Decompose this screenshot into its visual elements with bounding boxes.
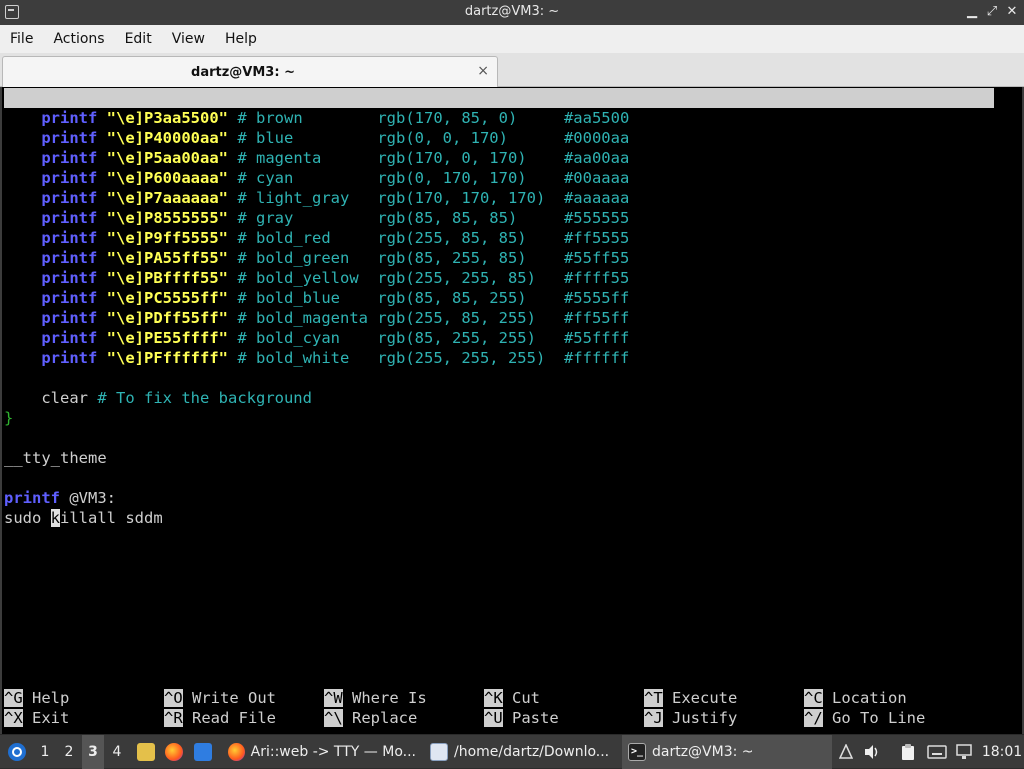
maximize-icon[interactable]: ⤢	[986, 3, 998, 21]
tray-network-button[interactable]	[954, 735, 974, 769]
task-firefox[interactable]: Ari::web -> TTY — Mo...	[222, 735, 422, 769]
tab-bar: dartz@VM3: ~ ×	[0, 53, 1024, 87]
volume-icon	[865, 745, 878, 759]
code-line-tty-theme: __tty_theme	[4, 449, 107, 467]
firefox-launcher[interactable]	[162, 735, 186, 769]
code-line-printf: printf "\e]P5aa00aa" # magenta rgb(170, …	[41, 149, 630, 167]
code-line-printf: printf "\e]PE55ffff" # bold_cyan rgb(85,…	[41, 329, 630, 347]
show-desktop-button[interactable]	[190, 735, 216, 769]
firefox-icon	[165, 743, 183, 761]
task-terminal[interactable]: >_ dartz@VM3: ~	[622, 735, 832, 769]
shortcut-cut[interactable]: ^K Cut	[484, 688, 540, 708]
task-label: dartz@VM3: ~	[652, 744, 754, 760]
keyboard-icon	[927, 745, 947, 759]
menu-edit[interactable]: Edit	[115, 31, 162, 47]
menu-actions[interactable]: Actions	[43, 31, 114, 47]
network-icon	[956, 744, 972, 759]
minimize-icon[interactable]: ▁	[966, 3, 978, 21]
menu-view[interactable]: View	[162, 31, 215, 47]
lubuntu-logo-icon	[8, 743, 26, 761]
shortcut-location[interactable]: ^C Location	[804, 688, 907, 708]
workspace-3[interactable]: 3	[82, 735, 104, 769]
window-titlebar: dartz@VM3: ~ ▁ ⤢ ✕	[0, 0, 1024, 25]
task-label: Ari::web -> TTY — Mo...	[250, 744, 416, 760]
code-line-clear: clear # To fix the background	[41, 389, 312, 407]
code-line-printf: printf "\e]P7aaaaaa" # light_gray rgb(17…	[41, 189, 630, 207]
firefox-icon	[228, 743, 245, 761]
update-icon	[839, 744, 853, 759]
code-line-printf: printf "\e]PFffffff" # bold_white rgb(25…	[41, 349, 630, 367]
workspace-4[interactable]: 4	[106, 735, 128, 769]
taskbar: 1 2 3 4 Ari::web -> TTY — Mo... /home/da…	[0, 734, 1024, 769]
nano-header: GNU nano 6.2 .bashrc *	[4, 88, 994, 147]
task-text-editor[interactable]: /home/dartz/Downlo...	[424, 735, 620, 769]
tray-clipboard-button[interactable]	[898, 735, 918, 769]
menu-file[interactable]: File	[0, 31, 43, 47]
tray-update-icon[interactable]	[836, 735, 856, 769]
shortcut-exit[interactable]: ^X Exit	[4, 708, 69, 728]
shortcut-replace[interactable]: ^\ Replace	[324, 708, 417, 728]
code-line-printf: printf "\e]PA55ff55" # bold_green rgb(85…	[41, 249, 630, 267]
shortcut-justify[interactable]: ^J Justify	[644, 708, 737, 728]
code-line-brace: }	[4, 409, 14, 427]
start-menu-button[interactable]	[4, 735, 30, 769]
menu-bar: File Actions Edit View Help	[0, 25, 1024, 53]
text-cursor: k	[50, 509, 61, 527]
tab-label: dartz@VM3: ~	[191, 65, 295, 80]
code-line-printf: printf "\e]P9ff5555" # bold_red rgb(255,…	[41, 229, 630, 247]
workspace-2[interactable]: 2	[58, 735, 80, 769]
code-line-sudo: sudo killall sddm	[4, 509, 163, 527]
code-line-printf: printf "\e]P40000aa" # blue rgb(0, 0, 17…	[41, 129, 630, 147]
code-line-printf-vm3: printf @VM3:	[4, 489, 116, 507]
window-title: dartz@VM3: ~	[464, 4, 560, 19]
desktop-icon	[194, 743, 212, 761]
shortcut-help[interactable]: ^G Help	[4, 688, 69, 708]
folder-icon	[137, 743, 155, 761]
task-label: /home/dartz/Downlo...	[454, 744, 610, 760]
tray-keyboard-button[interactable]	[926, 735, 948, 769]
code-line-printf: printf "\e]PC5555ff" # bold_blue rgb(85,…	[41, 289, 630, 307]
shortcut-execute[interactable]: ^T Execute	[644, 688, 737, 708]
code-line-printf: printf "\e]P600aaaa" # cyan rgb(0, 170, …	[41, 169, 630, 187]
code-line-printf: printf "\e]P3aa5500" # brown rgb(170, 85…	[41, 109, 630, 127]
tray-volume-button[interactable]	[862, 735, 882, 769]
shortcut-read-file[interactable]: ^R Read File	[164, 708, 276, 728]
workspace-1[interactable]: 1	[34, 735, 56, 769]
clipboard-icon	[902, 744, 914, 760]
code-line-printf: printf "\e]P8555555" # gray rgb(85, 85, …	[41, 209, 630, 227]
code-line-printf: printf "\e]PBffff55" # bold_yellow rgb(2…	[41, 269, 630, 287]
code-line-printf: printf "\e]PDff55ff" # bold_magenta rgb(…	[41, 309, 630, 327]
menu-help[interactable]: Help	[215, 31, 267, 47]
shortcut-go-to-line[interactable]: ^/ Go To Line	[804, 708, 925, 728]
shortcut-paste[interactable]: ^U Paste	[484, 708, 559, 728]
tab-terminal[interactable]: dartz@VM3: ~ ×	[2, 56, 498, 87]
text-editor-icon	[430, 743, 448, 761]
close-icon[interactable]: ✕	[1006, 3, 1018, 21]
clock[interactable]: 18:01	[980, 735, 1024, 769]
terminal-icon: >_	[628, 743, 646, 761]
terminal-area[interactable]: GNU nano 6.2 .bashrc * printf "\e]P3aa55…	[0, 87, 1024, 734]
shortcut-where-is[interactable]: ^W Where Is	[324, 688, 427, 708]
shortcut-write-out[interactable]: ^O Write Out	[164, 688, 276, 708]
tab-close-icon[interactable]: ×	[477, 63, 489, 79]
file-manager-launcher[interactable]	[134, 735, 158, 769]
